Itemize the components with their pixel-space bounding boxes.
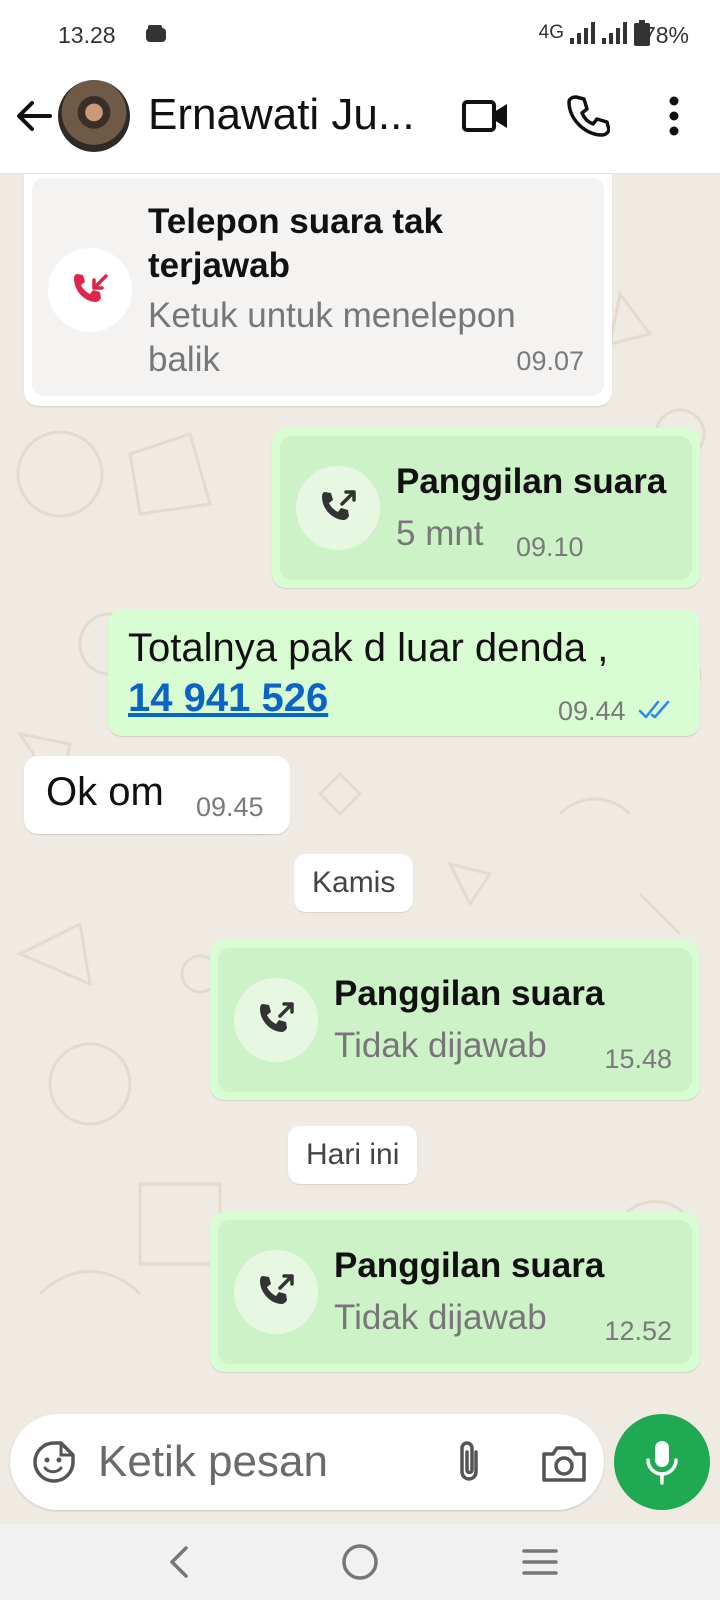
status-time: 13.28: [58, 22, 116, 48]
call-status: Tidak dijawab: [334, 1298, 547, 1337]
read-receipt-icon: [638, 700, 670, 719]
message-time: 09.07: [516, 346, 584, 376]
call-title-line2: terjawab: [148, 246, 290, 285]
message-incoming-text[interactable]: Ok om 09.45: [24, 756, 290, 834]
missed-call-icon-circle: [48, 248, 132, 332]
contact-name[interactable]: Ernawati Ju...: [148, 90, 415, 140]
call-icon-circle: [234, 978, 318, 1062]
status-bar: 13.28 4G 78%: [0, 0, 720, 66]
call-title: Panggilan suara: [334, 1246, 605, 1285]
status-icons: 4G: [539, 20, 650, 46]
message-outgoing-call[interactable]: Panggilan suara Tidak dijawab 12.52: [210, 1212, 700, 1372]
call-icon-circle: [296, 466, 380, 550]
message-time: 09.10: [516, 532, 584, 562]
network-type: 4G: [538, 22, 564, 43]
chat-header: Ernawati Ju...: [0, 66, 720, 174]
call-subtitle: Ketuk untuk menelepon: [148, 296, 516, 335]
message-outgoing-text[interactable]: Totalnya pak d luar denda , 14 941 526 0…: [108, 610, 700, 736]
message-time: 15.48: [604, 1044, 672, 1074]
voice-record-button[interactable]: [614, 1414, 710, 1510]
call-duration: 5 mnt: [396, 514, 484, 553]
voice-call-icon[interactable]: [566, 94, 610, 138]
nav-back-icon[interactable]: [158, 1542, 202, 1582]
call-status: Tidak dijawab: [334, 1026, 547, 1065]
call-icon-circle: [234, 1250, 318, 1334]
message-text: Totalnya pak d luar denda ,: [128, 626, 609, 670]
message-input[interactable]: [98, 1432, 428, 1492]
message-time: 09.44: [558, 696, 626, 726]
message-time: 09.45: [196, 792, 264, 822]
call-card[interactable]: Panggilan suara Tidak dijawab 15.48: [218, 948, 692, 1092]
nav-home-icon[interactable]: [338, 1542, 382, 1582]
outgoing-call-icon: [260, 1274, 294, 1304]
call-card[interactable]: Panggilan suara 5 mnt 09.10: [280, 436, 692, 580]
message-composer: [10, 1414, 604, 1510]
message-outgoing-call[interactable]: Panggilan suara Tidak dijawab 15.48: [210, 940, 700, 1100]
call-title: Telepon suara tak: [148, 202, 444, 241]
chat-area[interactable]: Telepon suara tak terjawab Ketuk untuk m…: [0, 174, 720, 1414]
call-title: Panggilan suara: [396, 462, 667, 501]
amount-link[interactable]: 14 941 526: [128, 676, 328, 721]
battery-percent: 78%: [642, 22, 689, 48]
signal-icon: [570, 22, 595, 44]
call-title: Panggilan suara: [334, 974, 605, 1013]
camera-icon[interactable]: [540, 1442, 588, 1484]
system-nav-bar: [0, 1524, 720, 1600]
call-subtitle-line2: balik: [148, 340, 220, 379]
contact-avatar[interactable]: [58, 80, 130, 152]
date-separator: Hari ini: [288, 1126, 418, 1184]
call-card[interactable]: Panggilan suara Tidak dijawab 12.52: [218, 1220, 692, 1364]
more-options-icon[interactable]: [660, 92, 688, 140]
message-missed-call[interactable]: Telepon suara tak terjawab Ketuk untuk m…: [24, 174, 612, 406]
missed-call-icon: [74, 274, 108, 302]
wallet-notification-icon: [146, 25, 166, 42]
microphone-icon: [646, 1441, 678, 1485]
video-call-icon[interactable]: [462, 94, 510, 138]
outgoing-call-icon: [322, 490, 356, 520]
message-text: Ok om: [46, 770, 164, 814]
message-outgoing-call[interactable]: Panggilan suara 5 mnt 09.10: [272, 428, 700, 588]
date-separator: Kamis: [294, 854, 414, 912]
signal-icon-2: [602, 22, 627, 44]
back-arrow-icon[interactable]: [14, 96, 54, 136]
sticker-emoji-icon[interactable]: [32, 1440, 76, 1484]
missed-call-card[interactable]: Telepon suara tak terjawab Ketuk untuk m…: [32, 178, 604, 396]
nav-recents-icon[interactable]: [518, 1542, 562, 1582]
outgoing-call-icon: [260, 1002, 294, 1032]
message-time: 12.52: [604, 1316, 672, 1346]
attach-paperclip-icon[interactable]: [450, 1438, 488, 1486]
